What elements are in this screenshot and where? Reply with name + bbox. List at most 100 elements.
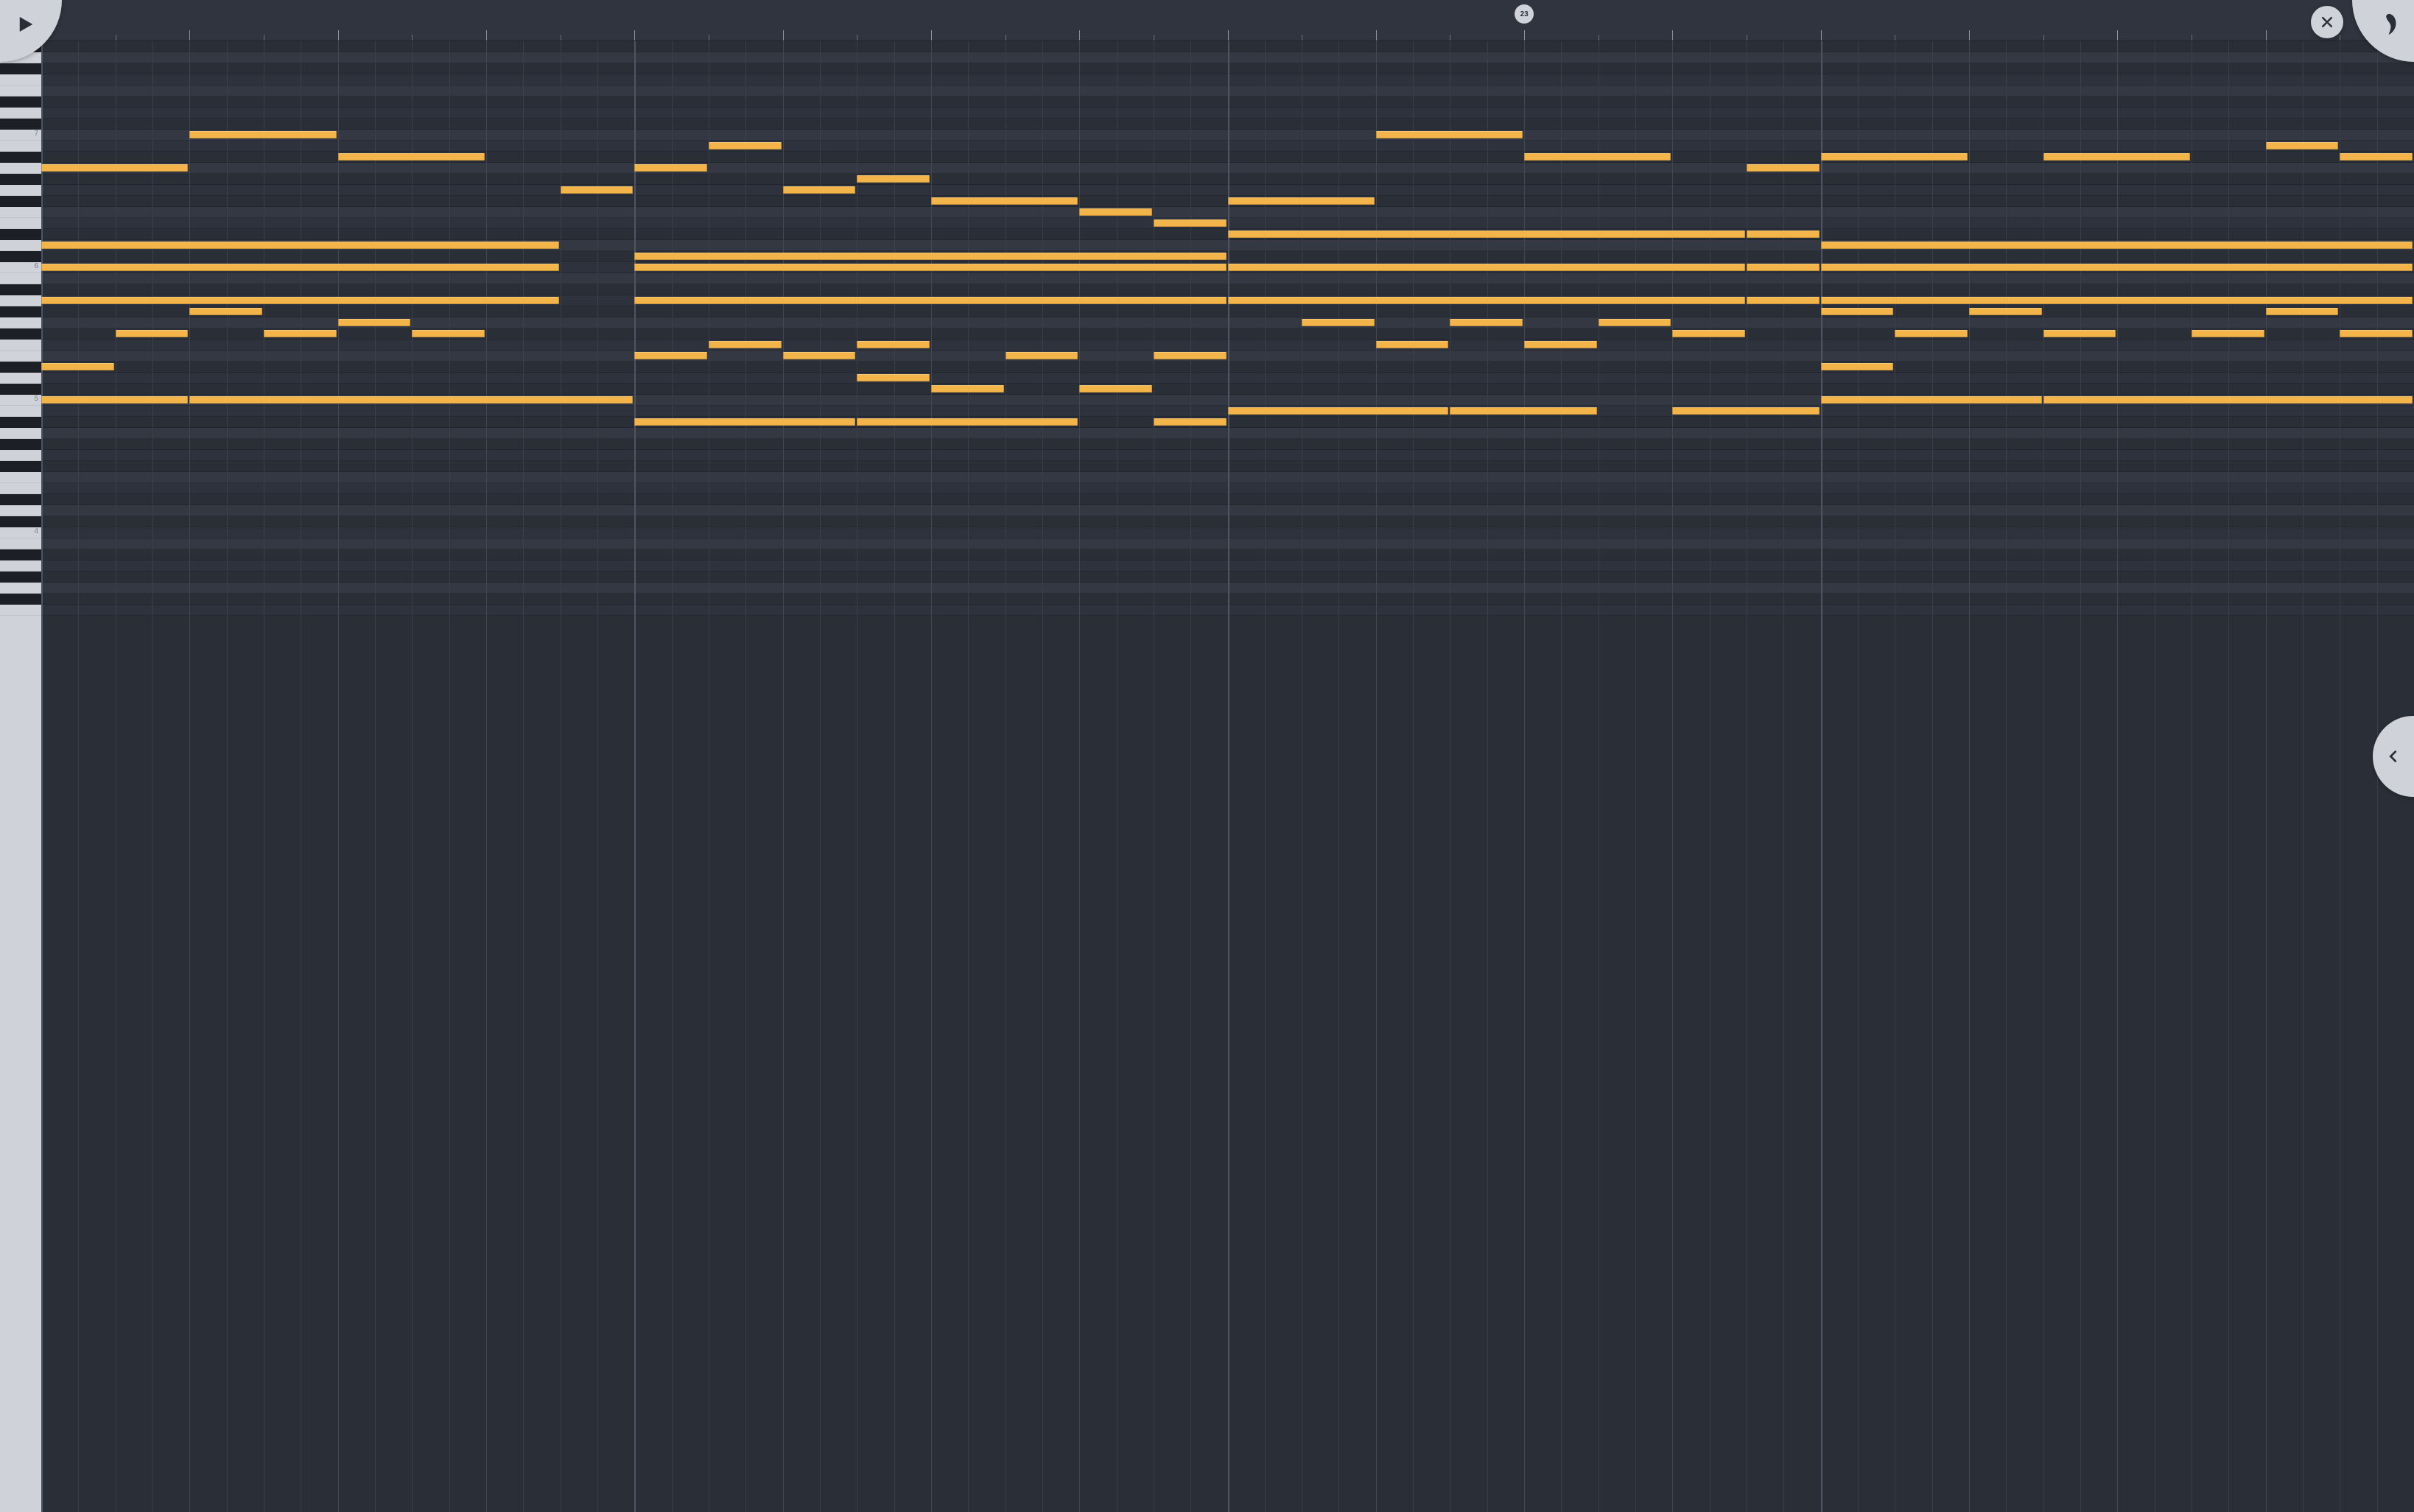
piano-key[interactable] [0, 472, 41, 483]
midi-note[interactable] [2340, 153, 2413, 161]
piano-key[interactable] [0, 516, 41, 527]
midi-note[interactable] [1154, 219, 1227, 227]
midi-note[interactable] [1747, 164, 1820, 172]
piano-key[interactable] [0, 583, 41, 594]
midi-note[interactable] [41, 242, 559, 249]
piano-key[interactable] [0, 483, 41, 494]
midi-note[interactable] [1228, 264, 1746, 271]
midi-note[interactable] [1154, 352, 1227, 359]
piano-key[interactable] [0, 417, 41, 428]
midi-note[interactable] [41, 363, 114, 370]
piano-key[interactable] [0, 218, 41, 229]
piano-key[interactable] [0, 141, 41, 152]
piano-key[interactable] [0, 85, 41, 96]
midi-note[interactable] [931, 385, 1004, 393]
midi-note[interactable] [1599, 319, 1671, 326]
midi-note[interactable] [1524, 341, 1597, 348]
piano-key[interactable] [0, 572, 41, 583]
midi-note[interactable] [2192, 330, 2264, 337]
piano-key[interactable] [0, 439, 41, 450]
midi-note[interactable] [2266, 308, 2339, 315]
midi-note[interactable] [1079, 208, 1152, 216]
midi-note[interactable] [857, 374, 930, 381]
midi-note[interactable] [709, 341, 782, 348]
midi-note[interactable] [1747, 264, 1820, 271]
midi-note[interactable] [709, 142, 782, 150]
midi-note[interactable] [634, 264, 1226, 271]
midi-note[interactable] [634, 164, 707, 172]
midi-note[interactable] [1079, 385, 1152, 393]
piano-key[interactable] [0, 229, 41, 240]
midi-note[interactable] [189, 131, 336, 138]
piano-key[interactable] [0, 351, 41, 362]
piano-key[interactable] [0, 450, 41, 461]
midi-note[interactable] [338, 153, 485, 161]
midi-note[interactable] [1747, 297, 1820, 304]
midi-note[interactable] [1228, 231, 1746, 238]
midi-note[interactable] [1821, 153, 1968, 161]
midi-note[interactable] [1821, 264, 2413, 271]
midi-note[interactable] [634, 418, 855, 426]
midi-note[interactable] [1747, 231, 1820, 238]
piano-key[interactable] [0, 185, 41, 196]
midi-note[interactable] [412, 330, 485, 337]
piano-key[interactable] [0, 406, 41, 417]
piano-key[interactable]: 6 [0, 262, 41, 273]
midi-note[interactable] [2043, 330, 2116, 337]
piano-key[interactable] [0, 196, 41, 207]
midi-note[interactable] [1154, 418, 1227, 426]
piano-key[interactable] [0, 119, 41, 130]
midi-note[interactable] [1228, 197, 1375, 205]
midi-note[interactable] [1821, 363, 1894, 370]
midi-note[interactable] [116, 330, 189, 337]
piano-key[interactable] [0, 284, 41, 295]
midi-note[interactable] [1450, 407, 1596, 415]
piano-key[interactable] [0, 560, 41, 572]
piano-key[interactable] [0, 163, 41, 174]
piano-key[interactable] [0, 174, 41, 185]
piano-key[interactable] [0, 328, 41, 340]
piano-key[interactable]: 5 [0, 395, 41, 406]
piano-key[interactable] [0, 108, 41, 119]
midi-note[interactable] [1006, 352, 1078, 359]
piano-key[interactable] [0, 207, 41, 218]
piano-key[interactable] [0, 428, 41, 439]
piano-key[interactable] [0, 549, 41, 560]
piano-key[interactable] [0, 251, 41, 262]
piano-key[interactable] [0, 538, 41, 549]
piano-key[interactable] [0, 340, 41, 351]
close-button[interactable] [2311, 6, 2343, 38]
piano-key[interactable] [0, 152, 41, 163]
piano-key[interactable] [0, 317, 41, 328]
midi-note[interactable] [41, 164, 188, 172]
midi-note[interactable] [783, 186, 856, 194]
midi-note[interactable] [931, 197, 1078, 205]
piano-key[interactable] [0, 505, 41, 516]
timeline-position-marker[interactable]: 23 [1515, 4, 1534, 24]
piano-keyboard[interactable]: 7654 [0, 41, 41, 1512]
midi-note[interactable] [338, 319, 411, 326]
midi-note[interactable] [857, 418, 1078, 426]
midi-note[interactable] [561, 186, 634, 194]
midi-note[interactable] [2340, 330, 2413, 337]
midi-note[interactable] [1821, 297, 2413, 304]
timeline-ruler[interactable]: 23 [0, 0, 2414, 41]
midi-note[interactable] [1895, 330, 1968, 337]
piano-key[interactable] [0, 273, 41, 284]
midi-note[interactable] [634, 253, 1226, 260]
midi-note[interactable] [189, 308, 262, 315]
midi-note[interactable] [1228, 407, 1449, 415]
midi-note[interactable] [857, 175, 930, 183]
piano-key[interactable] [0, 494, 41, 505]
piano-key[interactable] [0, 362, 41, 373]
midi-note[interactable] [1228, 297, 1746, 304]
midi-note[interactable] [1672, 330, 1745, 337]
piano-key[interactable] [0, 306, 41, 317]
midi-note[interactable] [41, 264, 559, 271]
midi-note[interactable] [783, 352, 856, 359]
midi-note[interactable] [2043, 396, 2413, 404]
piano-key[interactable] [0, 240, 41, 251]
piano-key[interactable]: 4 [0, 527, 41, 538]
piano-key[interactable] [0, 384, 41, 395]
piano-key[interactable] [0, 605, 41, 616]
